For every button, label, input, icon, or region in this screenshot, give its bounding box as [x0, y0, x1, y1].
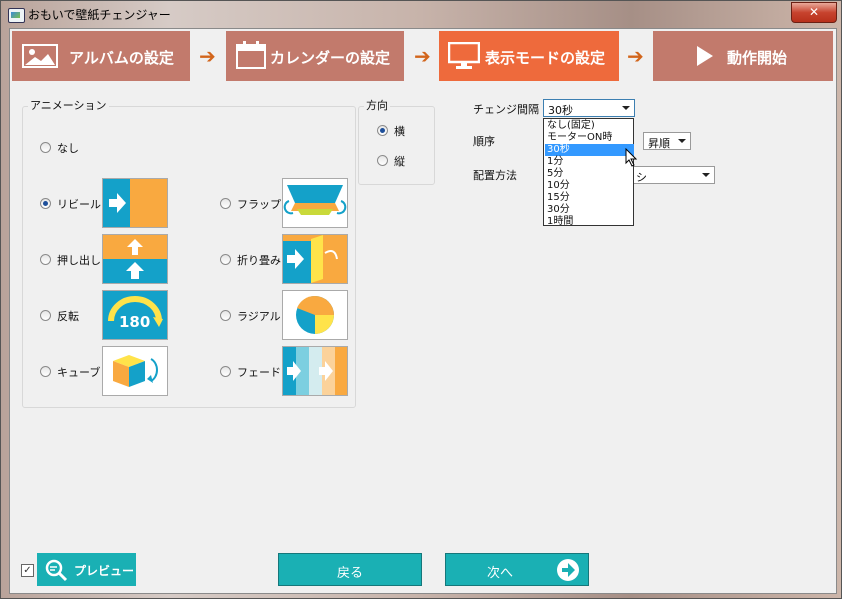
- direction-group: [358, 106, 435, 185]
- preview-button[interactable]: プレビュー: [37, 553, 136, 586]
- mouse-cursor-icon: [625, 148, 638, 167]
- direction-group-title: 方向: [364, 97, 390, 113]
- step-calendar-settings[interactable]: カレンダーの設定: [226, 31, 404, 81]
- flip-thumbnail-icon[interactable]: 180: [102, 290, 168, 340]
- picture-icon: [22, 44, 58, 68]
- layout-value: シ: [636, 171, 647, 184]
- animation-radio-reveal[interactable]: [40, 198, 51, 209]
- animation-label-radial: ラジアル: [237, 310, 281, 323]
- direction-radio-vertical[interactable]: [377, 155, 388, 166]
- step-label: アルバムの設定: [69, 49, 174, 67]
- preview-label: プレビュー: [74, 564, 135, 578]
- interval-option[interactable]: なし(固定): [545, 120, 634, 132]
- order-select[interactable]: 昇順: [643, 132, 691, 150]
- app-window: おもいで壁紙チェンジャー ✕ アルバムの設定 ➔ カレンダーの設定 ➔ 表示モー…: [0, 0, 842, 599]
- direction-radio-horizontal[interactable]: [377, 125, 388, 136]
- arrow-right-circle-icon: [557, 559, 579, 581]
- step-arrow-icon: ➔: [199, 44, 216, 68]
- step-arrow-icon: ➔: [414, 44, 431, 68]
- direction-label-vertical: 縦: [394, 155, 405, 168]
- flap-thumbnail-icon[interactable]: [282, 178, 348, 228]
- animation-label-flap: フラップ: [237, 198, 281, 211]
- animation-label-flip: 反転: [57, 310, 79, 323]
- title-bar: おもいで壁紙チェンジャー ✕: [1, 1, 842, 28]
- animation-radio-fold[interactable]: [220, 254, 231, 265]
- cube-thumbnail-icon[interactable]: [102, 346, 168, 396]
- interval-label: チェンジ間隔: [473, 103, 539, 116]
- interval-dropdown-list: なし(固定) モーターON時 30秒 1分 5分 10分 15分 30分 1時間: [543, 118, 634, 228]
- radial-thumbnail-icon[interactable]: [282, 290, 348, 340]
- calendar-icon: [236, 41, 266, 69]
- close-button[interactable]: ✕: [791, 2, 837, 23]
- interval-option[interactable]: 1分: [545, 156, 634, 168]
- animation-radio-fade[interactable]: [220, 366, 231, 377]
- step-arrow-icon: ➔: [627, 44, 644, 68]
- interval-option[interactable]: 5分: [545, 168, 634, 180]
- interval-option[interactable]: 1時間: [545, 216, 634, 228]
- step-label: カレンダーの設定: [270, 49, 391, 67]
- animation-label-cube: キューブ: [57, 366, 101, 379]
- step-start-operation[interactable]: 動作開始: [653, 31, 833, 81]
- animation-radio-flap[interactable]: [220, 198, 231, 209]
- interval-option[interactable]: 15分: [545, 192, 634, 204]
- next-label: 次へ: [486, 566, 513, 581]
- chevron-down-icon: [702, 173, 710, 177]
- fade-thumbnail-icon[interactable]: [282, 346, 348, 396]
- interval-select[interactable]: 30秒: [543, 99, 635, 117]
- direction-label-horizontal: 横: [394, 125, 405, 138]
- reveal-thumbnail-icon[interactable]: [102, 178, 168, 228]
- animation-label-fold: 折り畳み: [237, 254, 281, 267]
- back-button[interactable]: 戻る: [278, 553, 422, 586]
- order-value: 昇順: [648, 137, 670, 150]
- layout-label: 配置方法: [473, 169, 517, 182]
- play-icon: [697, 46, 713, 66]
- flip-thumbnail-text: 180: [119, 313, 151, 331]
- animation-label-fade: フェード: [237, 366, 281, 379]
- step-label: 動作開始: [727, 49, 788, 67]
- animation-radio-push[interactable]: [40, 254, 51, 265]
- client-area: アルバムの設定 ➔ カレンダーの設定 ➔ 表示モードの設定 ➔ 動作開始 アニメ…: [9, 28, 837, 594]
- monitor-icon: [448, 42, 480, 69]
- animation-radio-radial[interactable]: [220, 310, 231, 321]
- interval-option[interactable]: 30秒: [545, 144, 634, 156]
- interval-value: 30秒: [548, 104, 573, 117]
- chevron-down-icon: [678, 139, 686, 143]
- animation-group-title: アニメーション: [28, 97, 109, 113]
- animation-radio-none[interactable]: [40, 142, 51, 153]
- back-label: 戻る: [336, 566, 363, 581]
- animation-label-reveal: リビール: [57, 198, 101, 211]
- step-display-mode-settings[interactable]: 表示モードの設定: [439, 31, 619, 81]
- interval-option[interactable]: モーターON時: [545, 132, 634, 144]
- window-title: おもいで壁紙チェンジャー: [28, 8, 171, 22]
- interval-option[interactable]: 30分: [545, 204, 634, 216]
- magnifier-icon: [45, 559, 68, 582]
- app-icon: [8, 8, 25, 23]
- animation-label-none: なし: [57, 142, 79, 155]
- interval-option[interactable]: 10分: [545, 180, 634, 192]
- preview-checkbox[interactable]: ✓: [21, 564, 34, 577]
- step-album-settings[interactable]: アルバムの設定: [12, 31, 190, 81]
- animation-radio-flip[interactable]: [40, 310, 51, 321]
- animation-radio-cube[interactable]: [40, 366, 51, 377]
- fold-thumbnail-icon[interactable]: [282, 234, 348, 284]
- step-label: 表示モードの設定: [485, 49, 606, 67]
- next-button[interactable]: 次へ: [445, 553, 589, 586]
- order-label: 順序: [473, 135, 495, 148]
- push-thumbnail-icon[interactable]: [102, 234, 168, 284]
- chevron-down-icon: [622, 106, 630, 110]
- animation-label-push: 押し出し: [57, 254, 101, 267]
